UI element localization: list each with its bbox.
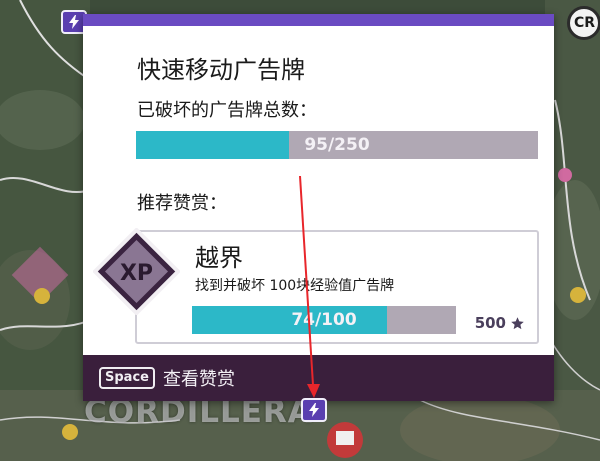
- destroyed-progress-bar: 95/250: [136, 131, 538, 159]
- space-key-hint[interactable]: Space: [99, 367, 155, 389]
- cr-badge-text: CR: [574, 15, 596, 31]
- panel-title: 快速移动广告牌: [137, 56, 305, 84]
- cr-badge-icon[interactable]: CR: [567, 6, 600, 40]
- reward-name: 越界: [195, 244, 243, 272]
- destroyed-count-label: 已破坏的广告牌总数：: [137, 100, 317, 121]
- reward-card[interactable]: 越界 找到并破坏 100块经验值广告牌 74/100 500: [135, 230, 539, 344]
- panel-footer: Space 查看赞赏: [83, 355, 554, 401]
- reward-progress-text: 74/100: [291, 310, 357, 330]
- reward-description: 找到并破坏 100块经验值广告牌: [195, 278, 395, 294]
- view-reward-action[interactable]: 查看赞赏: [163, 365, 235, 391]
- fast-travel-marker-icon[interactable]: [301, 398, 327, 422]
- reward-section-label: 推荐赞赏：: [137, 193, 227, 214]
- reward-progress-bar: 74/100: [192, 306, 456, 334]
- fast-travel-billboard-panel: 快速移动广告牌 已破坏的广告牌总数： 95/250 推荐赞赏： 越界 找到并破坏…: [83, 14, 554, 401]
- reward-points-value: 500: [474, 314, 506, 332]
- xp-icon-text: XP: [120, 261, 153, 286]
- destroyed-progress-text: 95/250: [304, 135, 370, 155]
- panel-accent-bar: [83, 14, 554, 26]
- star-icon: [511, 316, 524, 329]
- reward-points: 500: [475, 314, 525, 332]
- xp-diamond-icon: XP: [93, 228, 180, 315]
